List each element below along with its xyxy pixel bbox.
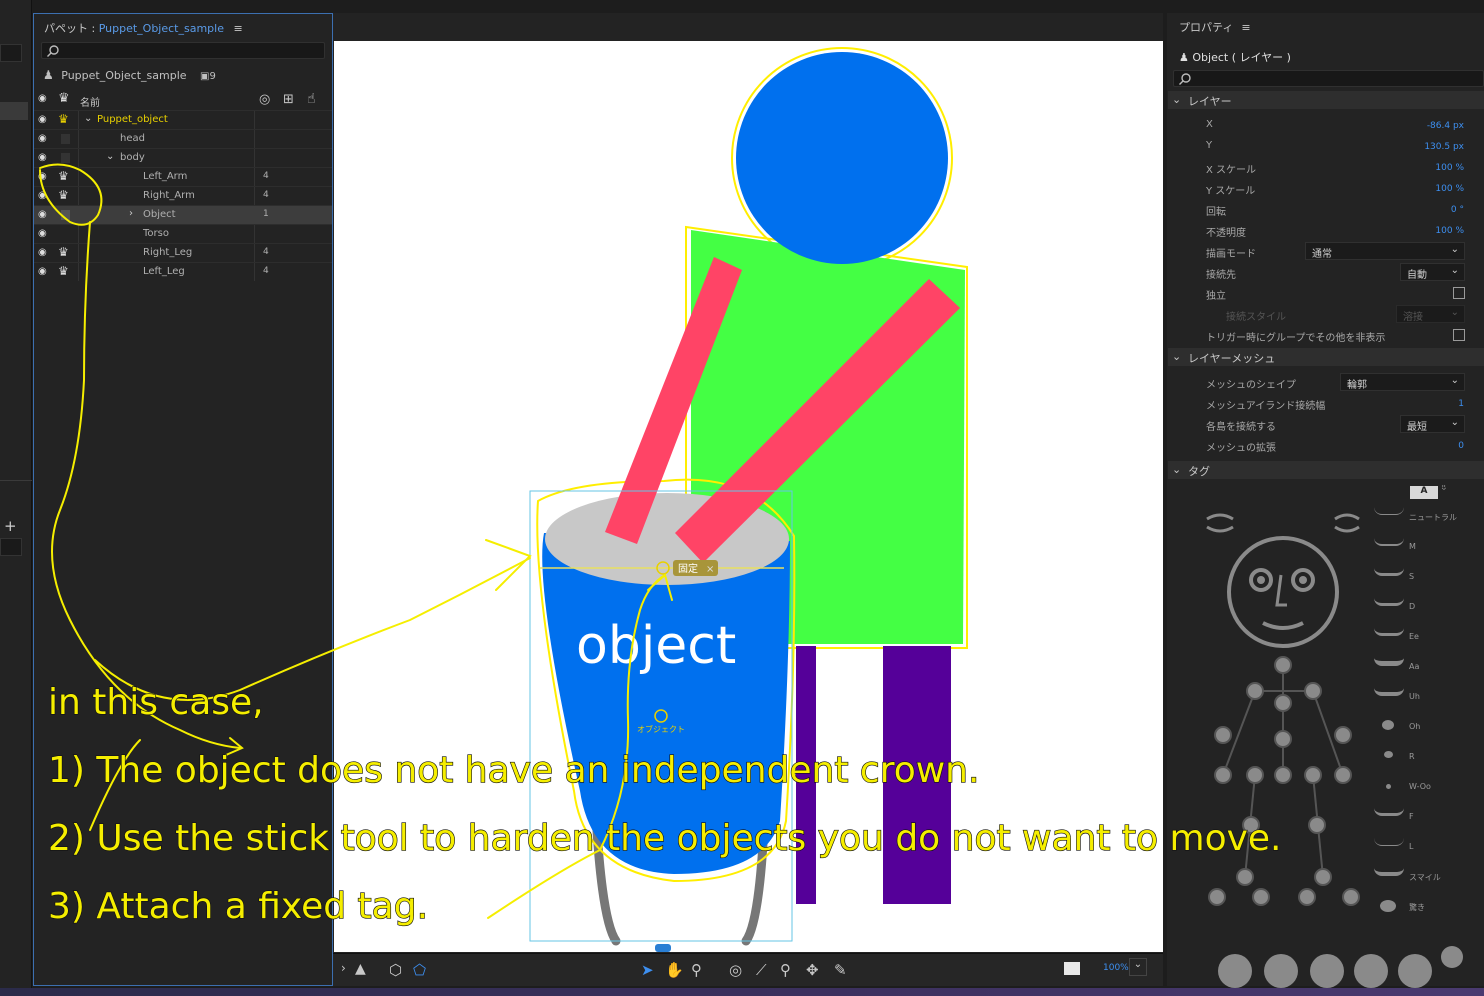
annotation-arrowhead-3 [647, 573, 673, 601]
annotation-arrow-3 [487, 574, 666, 919]
annotation-line-3: 2) Use the stick tool to harden the obje… [47, 817, 1282, 859]
annotation-line-1: in this case, [47, 681, 264, 723]
window-bottom-edge [0, 988, 1484, 996]
annotation-line-4: 3) Attach a fixed tag. [47, 885, 429, 927]
annotation-circle [39, 163, 103, 226]
annotation-arrowhead-2 [485, 539, 532, 591]
annotation-arrow-2 [94, 557, 531, 701]
annotation-line-2: 1) The object does not have an independe… [47, 749, 980, 791]
annotation-arrow-1 [51, 221, 241, 749]
